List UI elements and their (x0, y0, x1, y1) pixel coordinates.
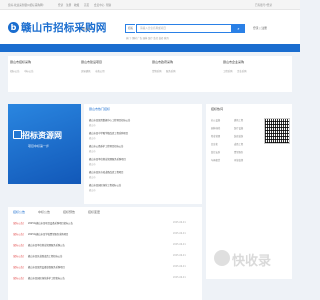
category-link[interactable]: 招标公告 (10, 69, 20, 73)
tab-tender-notice[interactable]: 招标公告 (13, 210, 25, 214)
hot-tenders-panel: 赣山市热门招标 赣山市某医院数据中心工程项目招标公告 赣山市 赣山市某中学教学楼… (84, 104, 202, 204)
list-item-title[interactable]: 赣山市某医院数据中心工程项目招标公告 (89, 118, 201, 122)
row-title[interactable]: 赣山市某单位物业管理服务采购公告 (28, 243, 168, 247)
row-date: 2025-06-01 (173, 265, 186, 268)
row-title[interactable]: 赣山市某园区绿化养护工程招标公告 (28, 276, 168, 280)
category-link[interactable]: 工程采购 (223, 69, 233, 73)
topbar-link-register[interactable]: 注册 (66, 3, 71, 7)
row-title[interactable]: 2025年赣山市某学校食堂服务采购项目 (28, 232, 168, 236)
hot-tag[interactable]: 食堂服务 (234, 150, 243, 154)
hot-keywords[interactable]: 热门: 钢材 广告 园林 医疗 监控 装修 家具 (126, 36, 169, 40)
list-item-meta: 赣山市 (89, 189, 96, 192)
row-date: 2025-06-01 (173, 276, 186, 279)
tender-list-panel: 招标公告 中标公告 招标预告 招标变更 [招标公告] 2025年赣山市某项目设备… (8, 207, 202, 300)
hot-tag[interactable]: 装修装饰 (234, 134, 243, 138)
category-title[interactable]: 赣山市招标采购 (10, 60, 31, 64)
category-strip: 赣山市招标采购 招标公告 中标公告 赣山市建设项目 房屋建筑 市政公用 赣山市政… (8, 56, 292, 92)
hot-tag[interactable]: 办公设备 (211, 118, 220, 122)
category-link[interactable]: 中标公告 (24, 69, 34, 73)
hot-tag[interactable]: 医疗设备 (234, 126, 243, 130)
search-input[interactable]: 请输入企业名称或项目 (136, 24, 232, 33)
watermark-logo (214, 250, 230, 266)
banner-title: 招标资源网 (22, 131, 62, 140)
row-tag: [招标公告] (13, 277, 24, 280)
row-date: 2025-06-01 (173, 243, 186, 246)
topbar-link-member[interactable]: 会员中心 (94, 3, 104, 7)
topbar-account-link[interactable]: 已有账号?登录 (255, 3, 272, 7)
list-item-meta: 赣山市 (89, 150, 96, 153)
search-button[interactable]: ⌕ (232, 24, 245, 33)
tab-hot-tenders[interactable]: 赣山市热门招标 (89, 107, 110, 111)
row-date: 2025-06-01 (173, 232, 186, 235)
row-title[interactable]: 赣山市某医院设备维保服务采购项目 (28, 265, 168, 269)
login-link[interactable]: 登录 (253, 26, 259, 30)
list-item-meta: 赣山市 (89, 124, 96, 127)
category-link[interactable]: 企业采购 (237, 69, 247, 73)
site-title[interactable]: 赣山市招标采购网 (21, 20, 107, 35)
category-link[interactable]: 服务采购 (166, 69, 176, 73)
hot-tag[interactable]: 物业管理 (211, 134, 220, 138)
panel-title: 招标热词 (211, 107, 224, 111)
promo-banner[interactable]: 招标资源网 项目中标第一步 (8, 104, 81, 184)
row-tag: [招标公告] (13, 255, 24, 258)
category-link[interactable]: 房屋建筑 (81, 69, 91, 73)
list-item-meta: 赣山市 (89, 137, 96, 140)
qr-code (264, 118, 290, 144)
list-item-title[interactable]: 赣山市某单位物业管理服务采购项目 (89, 157, 201, 161)
top-bar: 您好,欢迎来到赣州招标采购网! 登录 注册 收藏 首页 会员中心 帮助 已有账号… (0, 0, 300, 10)
watermark-text: 快收录 (232, 254, 272, 269)
hot-tag[interactable]: 车辆租赁 (211, 158, 220, 162)
banner-icon (13, 130, 22, 139)
login-register[interactable]: 登录 | 注册 (253, 26, 267, 30)
register-link[interactable]: 注册 (261, 26, 267, 30)
topbar-link-help[interactable]: 帮助 (106, 3, 111, 7)
topbar-link-login[interactable]: 登录 (58, 3, 63, 7)
category-title[interactable]: 赣山市建设项目 (81, 60, 102, 64)
hot-tag[interactable]: 信息化 (211, 142, 218, 146)
category-link[interactable]: 货物采购 (152, 69, 162, 73)
hot-tag[interactable]: 道路工程 (234, 142, 243, 146)
row-title[interactable]: 赣山市某区道路改造工程招标公告 (28, 254, 168, 258)
topbar-link-favorite[interactable]: 收藏 (74, 3, 79, 7)
tab-award-notice[interactable]: 中标公告 (38, 210, 50, 214)
main-nav-bar (0, 44, 300, 52)
hot-tag[interactable]: 园林绿化 (211, 126, 220, 130)
search-icon: ⌕ (237, 26, 240, 31)
logo-icon[interactable]: b (8, 22, 19, 33)
category-title[interactable]: 赣山市政府采购 (152, 60, 173, 64)
row-tag: [招标公告] (13, 233, 24, 236)
category-title[interactable]: 赣山市企业采购 (223, 60, 244, 64)
row-date: 2025-06-01 (173, 254, 186, 257)
welcome-text: 您好,欢迎来到赣州招标采购网! (8, 4, 44, 7)
list-item-title[interactable]: 赣山市某中学教学楼改造工程采购项目 (89, 131, 201, 135)
region-selector[interactable]: 赣山市 (82, 27, 90, 31)
hot-tag[interactable]: 建筑工程 (234, 118, 243, 122)
row-tag: [招标公告] (13, 244, 24, 247)
row-title[interactable]: 2025年赣山市某项目设备采购项目招标公告 (28, 221, 168, 225)
list-item-title[interactable]: 赣山市某园区绿化工程招标公告 (89, 183, 201, 187)
list-item-title[interactable]: 赣山市某区市政道路改造工程项目 (89, 170, 201, 174)
category-link[interactable]: 市政公用 (95, 69, 105, 73)
hot-tag[interactable]: 环境监测 (234, 158, 243, 162)
topbar-link-home[interactable]: 首页 (84, 3, 89, 7)
tab-pre-notice[interactable]: 招标预告 (63, 210, 75, 214)
banner-subtitle: 项目中标第一步 (28, 144, 50, 148)
list-item-meta: 赣山市 (89, 163, 96, 166)
hot-tag[interactable]: 监控安防 (211, 150, 220, 154)
row-tag: [招标公告] (13, 222, 24, 225)
search-type-tab[interactable]: 招标 (125, 24, 136, 33)
list-item-meta: 赣山市 (89, 176, 96, 179)
row-date: 2025-06-01 (173, 221, 186, 224)
row-tag: [招标公告] (13, 266, 24, 269)
tab-change-notice[interactable]: 招标变更 (88, 210, 100, 214)
list-item-title[interactable]: 赣山市公路养护工程项目招标公告 (89, 144, 201, 148)
